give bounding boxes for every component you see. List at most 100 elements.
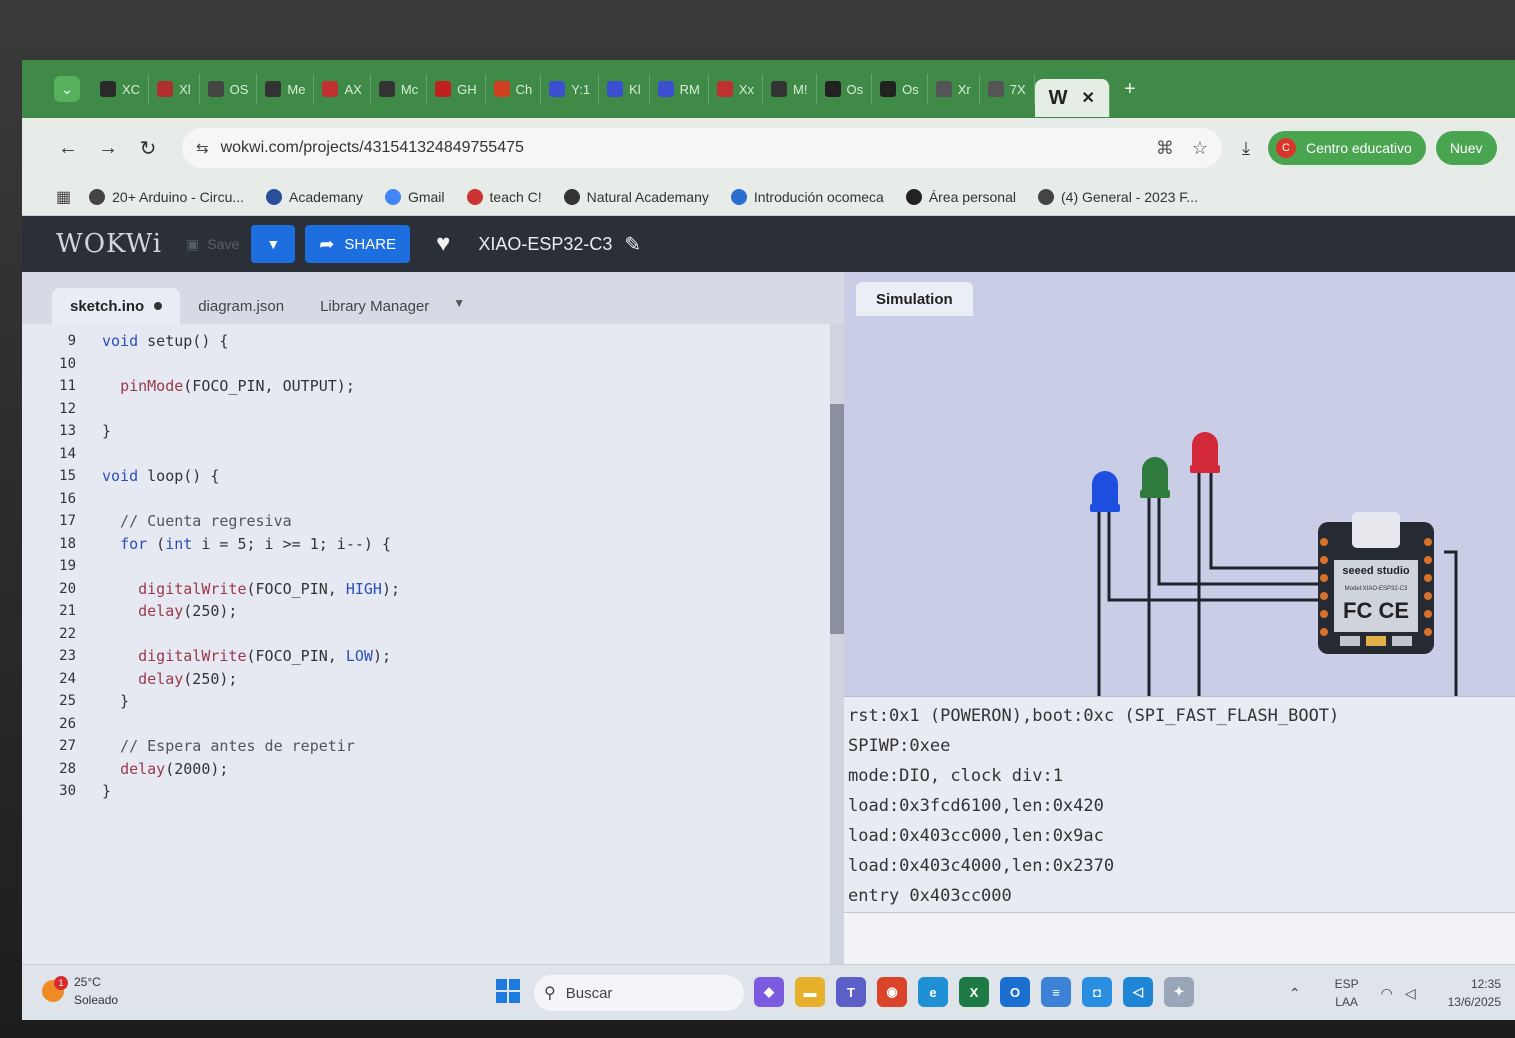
back-icon[interactable]: ← bbox=[52, 137, 84, 160]
browser-tab[interactable]: Xx bbox=[709, 74, 764, 104]
bookmark-item[interactable]: teach C! bbox=[466, 188, 542, 205]
tray-chevron-up-icon[interactable]: ⌃ bbox=[1289, 985, 1301, 1002]
browser-tab[interactable]: 7X bbox=[980, 74, 1035, 104]
store-icon[interactable]: ◘ bbox=[1082, 977, 1112, 1007]
forward-icon[interactable]: → bbox=[92, 137, 124, 160]
close-icon[interactable]: ✕ bbox=[1082, 88, 1095, 108]
pinned-icon[interactable]: ✦ bbox=[1164, 977, 1194, 1007]
led-blue[interactable] bbox=[1090, 471, 1120, 512]
language-indicator[interactable]: ESP LAA bbox=[1335, 975, 1359, 1011]
reset-button[interactable] bbox=[1392, 636, 1412, 646]
bookmark-item[interactable]: 20+ Arduino - Circu... bbox=[89, 188, 244, 205]
code-line[interactable]: 30} bbox=[22, 780, 844, 803]
taskbar-search[interactable]: ⚲ Buscar bbox=[534, 975, 744, 1011]
address-bar[interactable]: ⇆ wokwi.com/projects/431541324849755475 … bbox=[182, 128, 1222, 168]
code-line[interactable]: 11 pinMode(FOCO_PIN, OUTPUT); bbox=[22, 375, 844, 398]
code-line[interactable]: 18 for (int i = 5; i >= 1; i--) { bbox=[22, 533, 844, 556]
tab-wokwi-active[interactable]: W ✕ bbox=[1034, 79, 1110, 117]
profile-button[interactable]: C Centro educativo bbox=[1267, 131, 1426, 165]
browser-tab[interactable]: OS bbox=[200, 74, 258, 104]
share-button[interactable]: ➦ SHARE bbox=[305, 225, 411, 263]
code-line[interactable]: 9 void setup() { bbox=[22, 330, 844, 353]
translate-icon[interactable]: ⌘ bbox=[1156, 138, 1174, 159]
save-dropdown-button[interactable]: ▼ bbox=[251, 225, 296, 263]
bookmark-item[interactable]: Natural Academany bbox=[563, 188, 709, 205]
code-line[interactable]: 22 bbox=[22, 623, 844, 646]
star-icon[interactable]: ☆ bbox=[1192, 138, 1208, 159]
wire-board-right[interactable] bbox=[1444, 550, 1458, 696]
scrollbar-thumb[interactable] bbox=[830, 404, 844, 634]
tab-search-chevron-icon[interactable]: ⌄ bbox=[54, 76, 80, 102]
code-line[interactable]: 16 bbox=[22, 488, 844, 511]
code-line[interactable]: 21 delay(250); bbox=[22, 600, 844, 623]
new-tab-icon[interactable]: + bbox=[1124, 78, 1136, 101]
code-line[interactable]: 27 // Espera antes de repetir bbox=[22, 735, 844, 758]
browser-tab[interactable]: Mc bbox=[371, 74, 428, 104]
new-chrome-button[interactable]: Nuev bbox=[1435, 131, 1497, 165]
windows-start-icon[interactable] bbox=[496, 979, 520, 1003]
notepad-icon[interactable]: ≡ bbox=[1041, 977, 1071, 1007]
code-line[interactable]: 26 bbox=[22, 713, 844, 736]
code-line[interactable]: 20 digitalWrite(FOCO_PIN, HIGH); bbox=[22, 578, 844, 601]
wire-green-signal[interactable] bbox=[1157, 497, 1334, 586]
vscode-icon[interactable]: ◁ bbox=[1123, 977, 1153, 1007]
browser-tab[interactable]: Kl bbox=[599, 74, 650, 104]
code-line[interactable]: 28 delay(2000); bbox=[22, 758, 844, 781]
edit-pencil-icon[interactable]: ✎ bbox=[624, 232, 641, 257]
code-line[interactable]: 24 delay(250); bbox=[22, 668, 844, 691]
wifi-icon[interactable]: ◠ bbox=[1381, 985, 1393, 1002]
browser-tab[interactable]: Os bbox=[872, 74, 928, 104]
tab-sketch-ino[interactable]: sketch.ino bbox=[52, 288, 181, 324]
edge-icon[interactable]: e bbox=[918, 977, 948, 1007]
url-text[interactable]: wokwi.com/projects/431541324849755475 bbox=[221, 139, 1138, 157]
code-line[interactable]: 17 // Cuenta regresiva bbox=[22, 510, 844, 533]
editor-scrollbar[interactable] bbox=[830, 324, 844, 964]
circuit-canvas[interactable]: seeed studio Model:XIAO-ESP32-C3 FC CE bbox=[844, 272, 1515, 696]
download-icon[interactable]: ⤓ bbox=[1242, 138, 1250, 159]
folder-icon[interactable]: ▬ bbox=[795, 977, 825, 1007]
browser-tab[interactable]: Y:1 bbox=[541, 74, 600, 104]
led-red[interactable] bbox=[1190, 432, 1220, 473]
browser-tab[interactable]: Xl bbox=[149, 74, 200, 104]
simulation-tab[interactable]: Simulation bbox=[856, 282, 973, 316]
bookmark-item[interactable]: Gmail bbox=[384, 188, 445, 205]
code-line[interactable]: 13} bbox=[22, 420, 844, 443]
browser-tab[interactable]: Xr bbox=[928, 74, 980, 104]
teams-icon[interactable]: T bbox=[836, 977, 866, 1007]
browser-tab[interactable]: Me bbox=[257, 74, 315, 104]
heart-icon[interactable]: ♥ bbox=[436, 230, 450, 258]
outlook-icon[interactable]: O bbox=[1000, 977, 1030, 1007]
save-button[interactable]: ▣ Save bbox=[186, 236, 239, 253]
excel-icon[interactable]: X bbox=[959, 977, 989, 1007]
tab-library-manager[interactable]: Library Manager bbox=[302, 288, 447, 324]
code-line[interactable]: 14 bbox=[22, 443, 844, 466]
wire-blue-signal[interactable] bbox=[1107, 512, 1334, 602]
browser-tab[interactable]: Ch bbox=[486, 74, 542, 104]
boot-button[interactable] bbox=[1340, 636, 1360, 646]
project-title[interactable]: XIAO-ESP32-C3 bbox=[478, 234, 612, 255]
code-line[interactable]: 10 bbox=[22, 353, 844, 376]
wokwi-logo[interactable]: WOKWi bbox=[56, 229, 162, 259]
serial-monitor[interactable]: rst:0x1 (POWERON),boot:0xc (SPI_FAST_FLA… bbox=[844, 696, 1515, 912]
browser-tab[interactable]: AX bbox=[314, 74, 371, 104]
browser-tab[interactable]: RM bbox=[650, 74, 709, 104]
code-area[interactable]: 9 void setup() {10 11 pinMode(FOCO_PIN, OU… bbox=[22, 324, 844, 803]
browser-tab[interactable]: M! bbox=[763, 74, 817, 104]
clock[interactable]: 12:35 13/6/2025 bbox=[1448, 975, 1501, 1011]
apps-grid-icon[interactable]: ▦ bbox=[56, 187, 71, 207]
xiao-esp32-c3-board[interactable]: seeed studio Model:XIAO-ESP32-C3 FC CE bbox=[1318, 512, 1434, 654]
browser-tab[interactable]: Os bbox=[817, 74, 873, 104]
chrome-icon[interactable]: ◉ bbox=[877, 977, 907, 1007]
browser-tab[interactable]: GH bbox=[427, 74, 486, 104]
tab-diagram-json[interactable]: diagram.json bbox=[180, 288, 302, 324]
browser-tab[interactable]: XC bbox=[92, 74, 150, 104]
tabs-menu-caret-icon[interactable]: ▼ bbox=[453, 296, 465, 310]
bookmark-item[interactable]: Academany bbox=[266, 188, 363, 205]
serial-input[interactable] bbox=[844, 912, 1515, 964]
site-settings-icon[interactable]: ⇆ bbox=[196, 139, 209, 157]
code-line[interactable]: 19 bbox=[22, 555, 844, 578]
code-line[interactable]: 25 } bbox=[22, 690, 844, 713]
bookmark-item[interactable]: Área personal bbox=[905, 188, 1016, 205]
code-line[interactable]: 23 digitalWrite(FOCO_PIN, LOW); bbox=[22, 645, 844, 668]
code-line[interactable]: 15 void loop() { bbox=[22, 465, 844, 488]
